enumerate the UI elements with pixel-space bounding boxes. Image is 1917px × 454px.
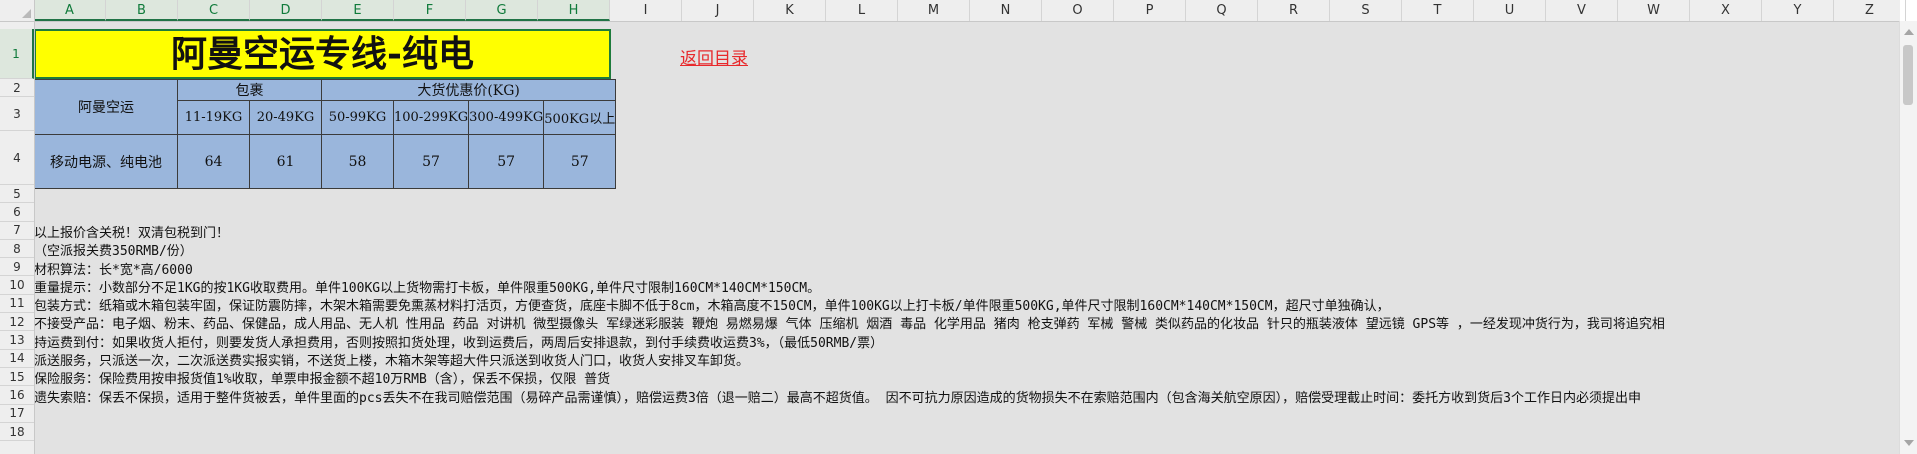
column-header[interactable]: N: [970, 0, 1042, 21]
column-header[interactable]: R: [1258, 0, 1330, 21]
column-header[interactable]: W: [1618, 0, 1690, 21]
column-header[interactable]: X: [1690, 0, 1762, 21]
column-header[interactable]: V: [1546, 0, 1618, 21]
vertical-scrollbar[interactable]: [1899, 21, 1917, 454]
row-header[interactable]: 17: [0, 405, 34, 423]
row-header[interactable]: 8: [0, 240, 34, 259]
column-header[interactable]: I: [610, 0, 682, 21]
column-header[interactable]: D: [250, 0, 322, 21]
weight-range-cell[interactable]: 300-499KG: [468, 100, 545, 135]
note-prohibited-items[interactable]: 不接受产品：电子烟、粉末、药品、保健品，成人用品、无人机 性用品 药品 对讲机 …: [34, 316, 1900, 334]
column-header[interactable]: O: [1042, 0, 1114, 21]
note-insurance[interactable]: 保险服务：保险费用按申报货值1%收取，单票申报金额不超10万RMB（含），保丢不…: [34, 371, 1900, 389]
column-header[interactable]: E: [322, 0, 394, 21]
row-header[interactable]: 6: [0, 203, 34, 222]
row-header[interactable]: 5: [0, 185, 34, 204]
note-weight-rules[interactable]: 重量提示：小数部分不足1KG的按1KG收取费用。单件100KG以上货物需打卡板，…: [34, 280, 1900, 298]
column-header[interactable]: P: [1114, 0, 1186, 21]
column-header[interactable]: Z: [1834, 0, 1906, 21]
weight-range-cell[interactable]: 11-19KG: [177, 100, 250, 135]
column-header[interactable]: L: [826, 0, 898, 21]
row-header[interactable]: 14: [0, 350, 34, 368]
weight-range-cell[interactable]: 100-299KG: [392, 100, 470, 135]
row-header[interactable]: 13: [0, 331, 34, 350]
row-headers: 1 2 3 4 5 6 7 8 9 10 11 12 13 14 15 16 1…: [0, 21, 35, 454]
scroll-up-icon[interactable]: [1904, 29, 1914, 35]
column-header[interactable]: M: [898, 0, 970, 21]
note-volume-formula[interactable]: 材积算法：长*宽*高/6000: [34, 262, 1900, 280]
row-header[interactable]: 15: [0, 368, 34, 387]
row-header[interactable]: 2: [0, 79, 34, 97]
weight-range-cell[interactable]: 20-49KG: [249, 100, 322, 135]
scroll-down-icon[interactable]: [1904, 440, 1914, 446]
column-header[interactable]: U: [1474, 0, 1546, 21]
column-header[interactable]: J: [682, 0, 754, 21]
weight-range-cell[interactable]: 50-99KG: [321, 100, 394, 135]
column-header[interactable]: Y: [1762, 0, 1834, 21]
return-to-index-link[interactable]: 返回目录: [680, 44, 748, 69]
package-header-cell[interactable]: 包裹: [177, 79, 322, 101]
bulk-price-header-cell[interactable]: 大货优惠价(KG): [320, 79, 617, 101]
column-header[interactable]: H: [538, 0, 610, 21]
column-header[interactable]: K: [754, 0, 826, 21]
row-header[interactable]: 1: [0, 29, 34, 79]
row-header[interactable]: 12: [0, 313, 34, 332]
row-header[interactable]: 7: [0, 222, 34, 240]
weight-range-cell[interactable]: 500KG以上: [543, 100, 617, 135]
price-cell[interactable]: 64: [177, 134, 250, 189]
scrollbar-thumb[interactable]: [1903, 45, 1913, 105]
price-cell[interactable]: 57: [543, 134, 617, 189]
row-header[interactable]: 16: [0, 386, 34, 405]
note-tax-included[interactable]: 以上报价含关税！双清包税到门！: [34, 225, 1900, 243]
price-table: 阿曼空运 包裹 大货优惠价(KG) 11-19KG 20-49KG 50-99K…: [34, 79, 617, 189]
column-header[interactable]: T: [1402, 0, 1474, 21]
select-all-corner[interactable]: [0, 0, 35, 22]
price-cell[interactable]: 61: [249, 134, 322, 189]
column-header[interactable]: F: [394, 0, 466, 21]
column-header[interactable]: C: [178, 0, 250, 21]
row-header[interactable]: 11: [0, 295, 34, 314]
product-cell[interactable]: 移动电源、纯电池: [34, 134, 178, 189]
row-header[interactable]: 4: [0, 131, 34, 185]
row-header[interactable]: 10: [0, 277, 34, 295]
price-cell[interactable]: 57: [392, 134, 470, 189]
column-headers: A B C D E F G H I J K L M N O P Q R S T …: [34, 0, 1906, 22]
note-packaging[interactable]: 包装方式：纸箱或木箱包装牢固，保证防震防摔，木架木箱需要免熏蒸材料打活页，方便查…: [34, 298, 1900, 316]
note-loss-claim[interactable]: 遗失索赔：保丢不保损，适用于整件货被丢，单件里面的pcs丢失不在我司赔偿范围（易…: [34, 390, 1900, 408]
row-header[interactable]: 18: [0, 423, 34, 442]
column-header[interactable]: A: [34, 0, 106, 21]
column-header[interactable]: Q: [1186, 0, 1258, 21]
route-label-cell[interactable]: 阿曼空运: [34, 79, 178, 135]
note-freight-collect[interactable]: 持运费到付：如果收货人拒付，则要发货人承担费用，否则按照扣货处理，收到运费后，两…: [34, 335, 1900, 353]
title-cell[interactable]: 阿曼空运专线-纯电: [34, 29, 611, 79]
row-header[interactable]: 3: [0, 97, 34, 131]
row-header[interactable]: 9: [0, 258, 34, 277]
price-cell[interactable]: 58: [321, 134, 394, 189]
note-delivery-service[interactable]: 派送服务，只派送一次，二次派送费实报实销，不送货上楼，木箱木架等超大件只派送到收…: [34, 353, 1900, 371]
price-cell[interactable]: 57: [468, 134, 545, 189]
column-header[interactable]: G: [466, 0, 538, 21]
notes-block: 以上报价含关税！双清包税到门！ （空派报关费350RMB/份） 材积算法：长*宽…: [34, 225, 1900, 408]
note-customs-fee[interactable]: （空派报关费350RMB/份）: [34, 243, 1900, 261]
column-header[interactable]: B: [106, 0, 178, 21]
column-header[interactable]: S: [1330, 0, 1402, 21]
